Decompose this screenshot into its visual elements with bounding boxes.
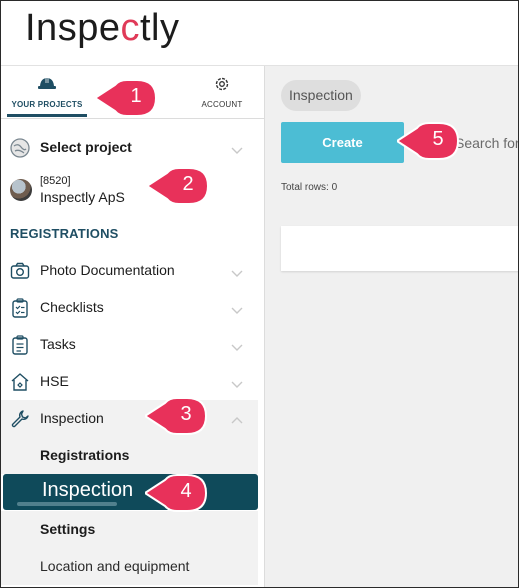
gear-icon — [214, 76, 230, 97]
results-table — [281, 226, 518, 271]
select-project-label: Select project — [40, 139, 132, 155]
create-button[interactable]: Create — [281, 122, 404, 163]
chevron-up-icon — [230, 413, 244, 424]
app-window: Inspectly YOUR PROJECTS ACCOUNT Select p… — [0, 0, 519, 588]
company-code: [8520] — [40, 175, 71, 187]
callout-2: 2 — [147, 165, 211, 207]
chevron-down-icon — [230, 339, 244, 351]
globe-icon — [10, 138, 30, 158]
subitem-registrations[interactable]: Registrations — [1, 437, 258, 474]
select-project-dropdown[interactable]: Select project — [1, 129, 265, 166]
company-name: Inspectly ApS — [40, 189, 125, 205]
sidebar-item-checklists[interactable]: Checklists — [1, 289, 265, 326]
callout-1: 1 — [95, 77, 159, 119]
inspectly-logo[interactable]: Inspectly — [25, 7, 179, 50]
house-icon — [10, 372, 30, 392]
subitem-location-and-equipment[interactable]: Location and equipment — [1, 548, 258, 585]
callout-number: 5 — [432, 128, 444, 150]
tab-account[interactable]: ACCOUNT — [186, 66, 258, 119]
callout-number: 4 — [180, 480, 192, 502]
callout-4: 4 — [145, 472, 209, 514]
sidebar: YOUR PROJECTS ACCOUNT Select project [85… — [1, 66, 265, 587]
top-bar: Inspectly — [1, 1, 518, 66]
subitem-inspection[interactable]: Inspection — [3, 474, 258, 510]
current-company[interactable]: [8520] Inspectly ApS — [1, 168, 265, 214]
subitem-label: Inspection — [42, 479, 134, 501]
callout-5: 5 — [397, 120, 461, 162]
wrench-icon — [10, 409, 30, 429]
hard-hat-icon — [38, 76, 56, 95]
checklist-icon — [10, 298, 30, 318]
sidebar-item-tasks[interactable]: Tasks — [1, 326, 265, 363]
sidebar-item-inspection[interactable]: Inspection — [1, 400, 258, 437]
sidebar-item-label: HSE — [40, 373, 69, 389]
sidebar-item-label: Checklists — [40, 299, 104, 315]
chevron-down-icon — [230, 376, 244, 388]
total-rows: Total rows: 0 — [281, 182, 338, 193]
callout-3: 3 — [145, 395, 209, 437]
breadcrumb[interactable]: Inspection — [281, 80, 361, 111]
subitem-label: Registrations — [40, 447, 130, 463]
callout-number: 3 — [180, 403, 192, 425]
sidebar-item-label: Photo Documentation — [40, 262, 175, 278]
camera-icon — [10, 261, 30, 281]
sidebar-item-label: Inspection — [40, 410, 104, 426]
chevron-down-icon — [230, 265, 244, 277]
tab-your-projects[interactable]: YOUR PROJECTS — [1, 66, 93, 119]
active-tab-indicator — [7, 114, 87, 117]
main-content: Inspection Create Total rows: 0 — [266, 67, 518, 587]
subitem-settings[interactable]: Settings — [1, 511, 258, 548]
tab-your-projects-label: YOUR PROJECTS — [11, 100, 83, 109]
avatar — [10, 179, 32, 201]
chevron-down-icon — [230, 302, 244, 314]
clipboard-icon — [10, 335, 30, 355]
callout-number: 2 — [182, 173, 194, 195]
subitem-label: Location and equipment — [40, 558, 190, 574]
search-input[interactable] — [454, 122, 518, 163]
sidebar-item-photo-documentation[interactable]: Photo Documentation — [1, 252, 265, 289]
sidebar-item-label: Tasks — [40, 336, 76, 352]
sidebar-item-hse[interactable]: HSE — [1, 363, 265, 400]
section-heading-registrations: REGISTRATIONS — [10, 226, 119, 241]
subitem-label: Settings — [40, 521, 96, 537]
chevron-down-icon — [230, 142, 244, 154]
callout-number: 1 — [130, 85, 142, 107]
selection-highlight — [17, 502, 117, 506]
tab-account-label: ACCOUNT — [201, 100, 243, 109]
